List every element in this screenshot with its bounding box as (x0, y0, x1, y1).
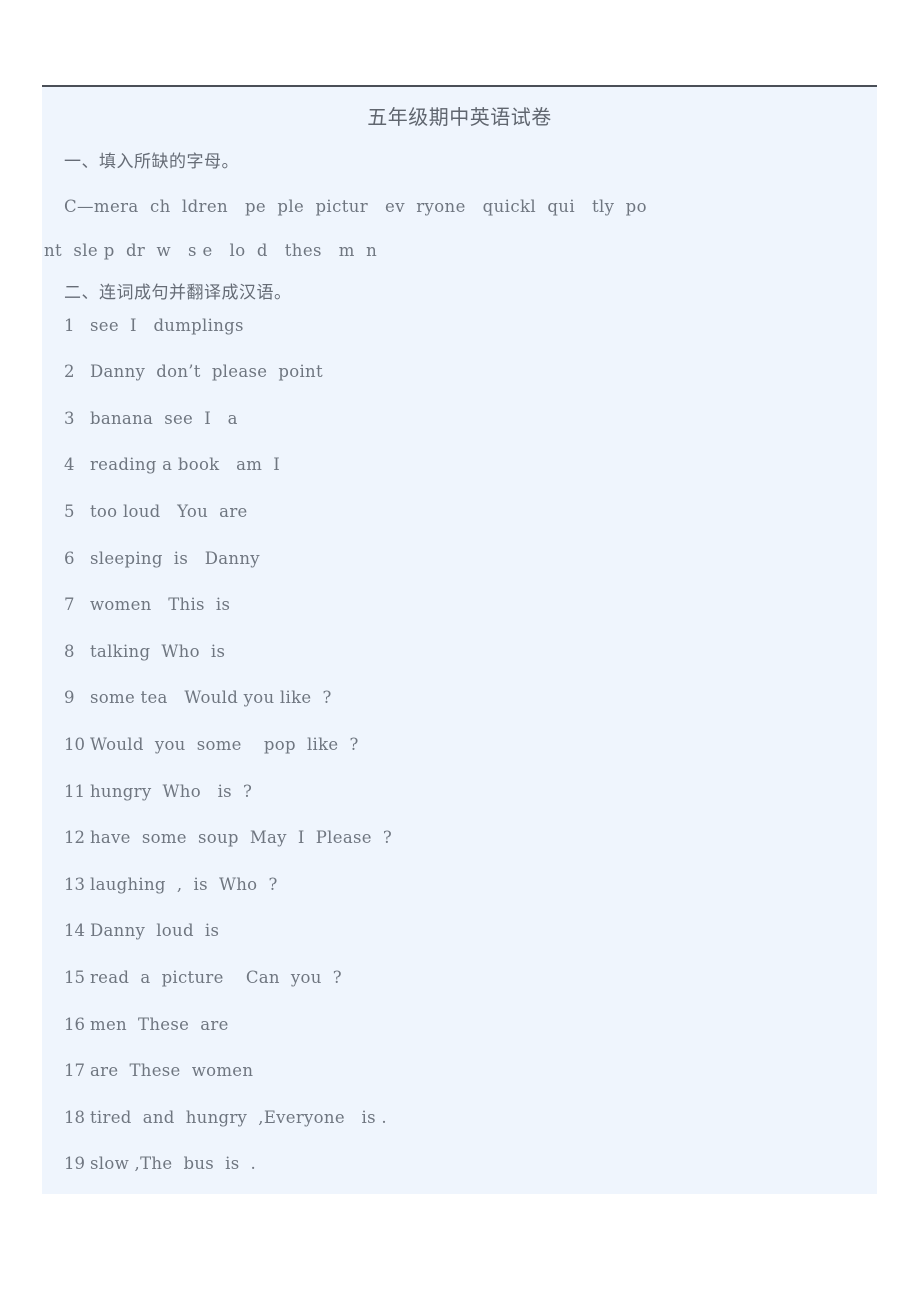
item-number: 8 (64, 641, 75, 661)
list-item: 1 see I dumplings (42, 316, 877, 363)
item-text: read a picture Can you ? (90, 967, 342, 987)
item-number: 12 (64, 828, 85, 848)
list-item: 8 talking Who is (42, 642, 877, 689)
item-text: hungry Who is ? (90, 781, 253, 801)
item-number: 4 (64, 455, 75, 475)
item-text: tired and hungry ,Everyone is . (90, 1107, 387, 1127)
item-text: some tea Would you like ? (90, 688, 332, 708)
item-number: 15 (64, 967, 85, 987)
list-item: 10 Would you some pop like ? (42, 735, 877, 782)
page-title: 五年级期中英语试卷 (367, 107, 552, 129)
letters-exercise-line-2: nt sle p dr w s e lo d thes m n (44, 240, 378, 260)
item-text: see I dumplings (90, 315, 244, 335)
section-heading-one: 一、填入所缺的字母。 (64, 152, 239, 171)
list-item: 14 Danny loud is (42, 921, 877, 968)
document-page: 五年级期中英语试卷 一、填入所缺的字母。 C—mera ch ldren pe … (0, 0, 920, 1302)
list-item: 3 banana see I a (42, 409, 877, 456)
item-number: 2 (64, 362, 75, 382)
list-item: 17 are These women (42, 1061, 877, 1108)
item-number: 7 (64, 595, 75, 615)
letters-exercise-line-1: C—mera ch ldren pe ple pictur ev ryone q… (64, 197, 647, 216)
item-text: Danny don’t please point (90, 362, 323, 382)
item-text: banana see I a (90, 408, 238, 428)
document-content-block: 五年级期中英语试卷 一、填入所缺的字母。 C—mera ch ldren pe … (42, 87, 877, 1194)
list-item: 16 men These are (42, 1015, 877, 1062)
list-item: 9 some tea Would you like ? (42, 688, 877, 735)
item-text: women This is (90, 595, 231, 615)
item-number: 11 (64, 781, 85, 801)
list-item: 18 tired and hungry ,Everyone is . (42, 1108, 877, 1155)
item-number: 17 (64, 1061, 85, 1081)
section-heading-two: 二、连词成句并翻译成汉语。 (64, 282, 292, 302)
list-item: 6 sleeping is Danny (42, 549, 877, 596)
list-item: 15 read a picture Can you ? (42, 968, 877, 1015)
item-number: 14 (64, 921, 85, 941)
word-order-item-list: 1 see I dumplings 2 Danny don’t please p… (42, 316, 877, 1201)
list-item: 7 women This is (42, 595, 877, 642)
item-number: 10 (64, 734, 85, 754)
item-text: are These women (90, 1061, 254, 1081)
item-text: laughing , is Who ? (90, 874, 278, 894)
item-text: Would you some pop like ? (90, 734, 359, 754)
item-number: 13 (64, 874, 85, 894)
item-number: 1 (64, 315, 75, 335)
item-number: 16 (64, 1014, 85, 1034)
item-number: 3 (64, 408, 75, 428)
item-number: 19 (64, 1154, 85, 1174)
list-item: 4 reading a book am I (42, 455, 877, 502)
list-item: 12 have some soup May I Please ? (42, 828, 877, 875)
item-number: 5 (64, 501, 75, 521)
list-item: 2 Danny don’t please point (42, 362, 877, 409)
list-item: 13 laughing , is Who ? (42, 875, 877, 922)
item-text: talking Who is (90, 641, 226, 661)
item-text: men These are (90, 1014, 229, 1034)
item-text: sleeping is Danny (90, 548, 260, 568)
item-text: too loud You are (90, 501, 248, 521)
item-text: reading a book am I (90, 455, 281, 475)
item-number: 18 (64, 1107, 85, 1127)
list-item: 19 slow ,The bus is . (42, 1154, 877, 1201)
item-number: 9 (64, 688, 75, 708)
list-item: 11 hungry Who is ? (42, 782, 877, 829)
item-text: Danny loud is (90, 921, 220, 941)
item-text: slow ,The bus is . (90, 1154, 257, 1174)
list-item: 5 too loud You are (42, 502, 877, 549)
item-number: 6 (64, 548, 75, 568)
item-text: have some soup May I Please ? (90, 828, 393, 848)
